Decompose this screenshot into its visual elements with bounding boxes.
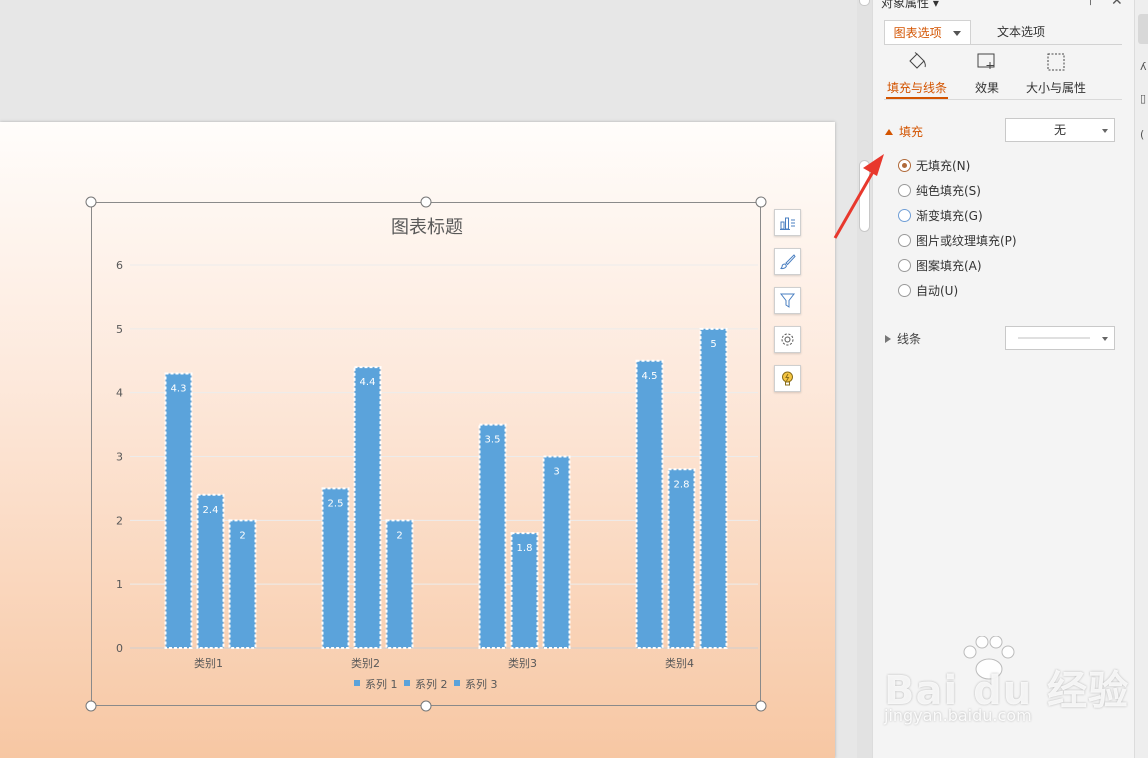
radio-button[interactable] [898, 209, 911, 222]
radio-label: 渐变填充(G) [916, 209, 983, 223]
line-style-dropdown[interactable] [1005, 326, 1115, 350]
radio-button[interactable] [898, 184, 911, 197]
radio-button[interactable] [898, 234, 911, 247]
subtabs-divider [884, 99, 1122, 100]
resize-handle-bottom[interactable] [420, 700, 432, 712]
line-section-toggle[interactable]: 线条 [885, 330, 921, 347]
effect-box-icon [977, 53, 995, 69]
pin-icon[interactable]: ⊤ [1085, 0, 1096, 9]
radio-label: 纯色填充(S) [916, 184, 981, 198]
chart-settings-button[interactable] [774, 326, 801, 353]
vertical-scrollbar[interactable] [857, 0, 872, 758]
chart-settings-gear-icon [781, 333, 794, 346]
resize-handle-bottom-right[interactable] [755, 700, 767, 712]
chart-elements-button[interactable] [774, 209, 801, 236]
side-toolbar-glyph-icon[interactable]: ʎ [1140, 60, 1147, 73]
tab-chart-options[interactable]: 图表选项 [884, 20, 971, 45]
radio-picture-texture-fill[interactable]: 图片或纹理填充(P) [898, 232, 1017, 249]
chart-ideas-bulb-icon [782, 371, 793, 386]
watermark-url-text: jingyan.baidu.com [884, 706, 1032, 725]
expand-triangle-icon [885, 334, 891, 343]
side-toolbar-paren-icon[interactable]: ( [1140, 128, 1144, 141]
dropdown-caret-icon [1102, 337, 1108, 341]
chart-elements-icon [780, 217, 795, 230]
chart-style-button[interactable] [774, 248, 801, 275]
radio-button[interactable] [898, 159, 911, 172]
pane-title[interactable]: 对象属性 ▾ [881, 0, 939, 11]
resize-handle-top-right[interactable] [755, 196, 767, 208]
line-section-title: 线条 [897, 332, 922, 346]
line-swatch [1018, 337, 1090, 339]
paint-bucket-icon [909, 52, 926, 69]
radio-pattern-fill[interactable]: 图案填充(A) [898, 257, 982, 274]
radio-button[interactable] [898, 259, 911, 272]
chart-selection-frame[interactable] [91, 202, 761, 706]
radio-button[interactable] [898, 284, 911, 297]
radio-label: 图片或纹理填充(P) [916, 234, 1017, 248]
baidu-watermark: Bai du 经验 jingyan.baidu.com [880, 636, 1130, 746]
collapse-triangle-icon [885, 128, 893, 135]
side-toolbar-frame-icon[interactable]: ▯ [1140, 92, 1146, 105]
fill-section-title: 填充 [899, 125, 924, 139]
size-frame-icon [1047, 53, 1065, 71]
scrollbar-thumb[interactable] [859, 160, 870, 232]
subtab-effect-label: 效果 [974, 81, 999, 95]
resize-handle-top-left[interactable] [85, 196, 97, 208]
subtab-size-properties[interactable]: 大小与属性 [1023, 52, 1089, 96]
radio-label: 图案填充(A) [916, 259, 982, 273]
close-icon[interactable]: ✕ [1111, 0, 1123, 9]
chart-filter-button[interactable] [774, 287, 801, 314]
subtab-effect[interactable]: 效果 [967, 52, 1007, 96]
chart-style-brush-icon [780, 254, 796, 270]
tab-chart-options-label: 图表选项 [893, 26, 942, 40]
chart-filter-icon [779, 293, 796, 308]
radio-gradient-fill[interactable]: 渐变填充(G) [898, 207, 983, 224]
tab-text-options[interactable]: 文本选项 [983, 20, 1059, 45]
scrollbar-top-cap [859, 0, 870, 6]
radio-auto-fill[interactable]: 自动(U) [898, 282, 958, 299]
subtab-fill-line-label: 填充与线条 [886, 81, 947, 95]
tabs-divider [884, 44, 1122, 45]
chevron-down-icon [953, 31, 962, 36]
radio-label: 自动(U) [916, 284, 959, 298]
radio-no-fill[interactable]: 无填充(N) [898, 157, 970, 174]
fill-section-toggle[interactable]: 填充 [885, 123, 923, 140]
side-toolbar: ʎ ▯ ( [1134, 0, 1148, 758]
radio-label: 无填充(N) [916, 159, 971, 173]
tab-text-options-label: 文本选项 [996, 25, 1045, 39]
resize-handle-bottom-left[interactable] [85, 700, 97, 712]
fill-type-value: 无 [1053, 123, 1066, 137]
chart-ideas-button[interactable] [774, 365, 801, 392]
radio-solid-fill[interactable]: 纯色填充(S) [898, 182, 981, 199]
fill-type-dropdown[interactable]: 无 [1005, 118, 1115, 142]
side-toolbar-button[interactable] [1138, 14, 1148, 44]
subtab-size-properties-label: 大小与属性 [1025, 81, 1086, 95]
resize-handle-top[interactable] [420, 196, 432, 208]
dropdown-caret-icon [1102, 129, 1108, 133]
subtab-fill-line[interactable]: 填充与线条 [886, 52, 948, 96]
